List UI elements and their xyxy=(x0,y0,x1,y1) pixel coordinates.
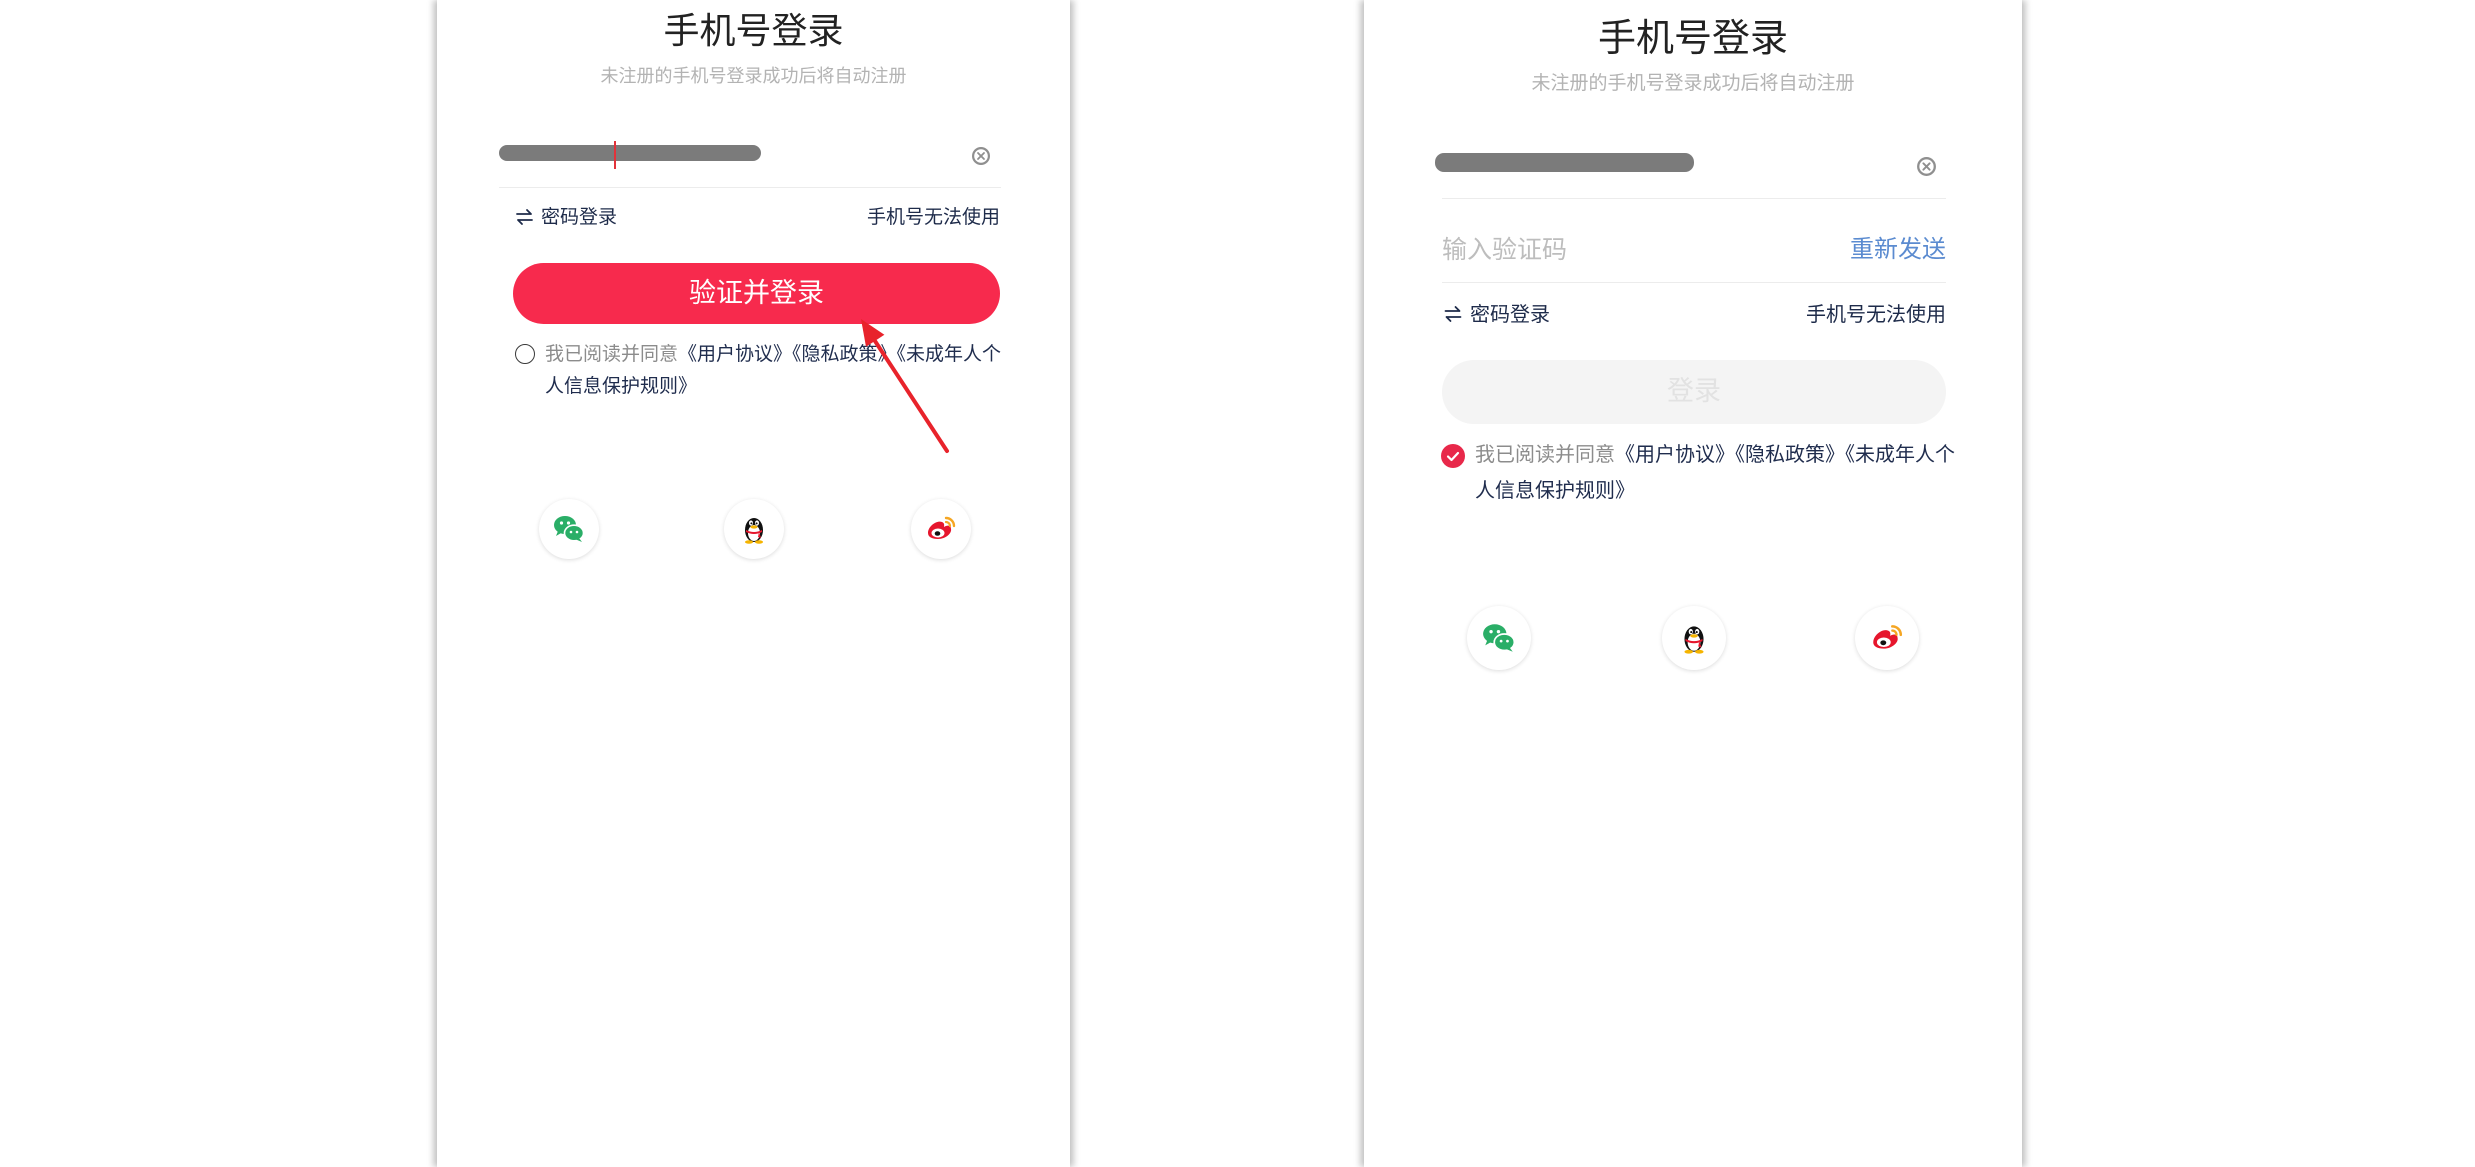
phone-unavailable-link[interactable]: 手机号无法使用 xyxy=(1806,302,1946,326)
swap-arrows-icon[interactable] xyxy=(515,208,534,226)
phone-unavailable-link[interactable]: 手机号无法使用 xyxy=(867,205,1000,229)
page-title: 手机号登录 xyxy=(663,11,844,52)
login-options-row: 密码登录 手机号无法使用 xyxy=(1364,302,2022,326)
agreement-text: 我已阅读并同意《用户协议》《隐私政策》《未成年人个人信息保护规则》 xyxy=(1475,436,1957,508)
check-icon xyxy=(1446,451,1460,462)
agreement-text: 我已阅读并同意《用户协议》《隐私政策》《未成年人个人信息保护规则》 xyxy=(545,338,1005,402)
weibo-icon xyxy=(1873,625,1903,649)
wechat-icon xyxy=(1483,624,1516,652)
agreement-checkbox-checked[interactable] xyxy=(1441,444,1465,468)
clear-circle-icon[interactable] xyxy=(1916,156,1937,177)
phone-input[interactable] xyxy=(1435,138,1946,190)
swap-arrows-icon[interactable] xyxy=(1443,305,1463,323)
resend-code-button[interactable]: 重新发送 xyxy=(1850,234,1946,264)
qq-login-button[interactable] xyxy=(1662,606,1726,670)
agreement-checkbox[interactable] xyxy=(515,344,535,364)
clear-circle-icon[interactable] xyxy=(971,146,991,166)
user-agreement-link[interactable]: 《用户协议》 xyxy=(1615,442,1735,466)
privacy-policy-link[interactable]: 《隐私政策》 xyxy=(792,343,897,365)
redacted-phone-number xyxy=(1435,153,1694,172)
wechat-icon xyxy=(554,516,585,542)
agreement-prefix: 我已阅读并同意 xyxy=(545,343,679,365)
input-divider xyxy=(1442,198,1946,199)
verification-code-input[interactable] xyxy=(1442,232,1802,266)
text-cursor xyxy=(614,141,616,169)
login-options-row: 密码登录 手机号无法使用 xyxy=(437,205,1070,229)
qq-login-button[interactable] xyxy=(724,499,784,559)
login-screen-left: 手机号登录 未注册的手机号登录成功后将自动注册 密码登录 手机号无法使用 验证并… xyxy=(437,0,1070,1167)
login-button-disabled[interactable]: 登录 xyxy=(1442,360,1946,424)
weibo-icon xyxy=(928,516,956,539)
verify-and-login-button[interactable]: 验证并登录 xyxy=(513,263,1000,324)
redacted-phone-number xyxy=(499,145,761,161)
qq-icon xyxy=(1684,626,1704,654)
privacy-policy-link[interactable]: 《隐私政策》 xyxy=(1735,442,1845,466)
qq-icon xyxy=(745,518,763,544)
password-login-link[interactable]: 密码登录 xyxy=(541,205,617,229)
login-screen-right: 手机号登录 未注册的手机号登录成功后将自动注册 重新发送 密码登录 手机号无法使… xyxy=(1364,0,2022,1167)
user-agreement-link[interactable]: 《用户协议》 xyxy=(678,343,792,365)
wechat-login-button[interactable] xyxy=(1467,606,1531,670)
weibo-login-button[interactable] xyxy=(1855,606,1919,670)
page-subtitle: 未注册的手机号登录成功后将自动注册 xyxy=(1531,72,1855,94)
input-divider xyxy=(499,187,1001,188)
code-divider xyxy=(1442,282,1946,283)
annotation-overlay xyxy=(861,319,949,453)
wechat-login-button[interactable] xyxy=(539,499,599,559)
agreement-prefix: 我已阅读并同意 xyxy=(1475,442,1615,466)
page-title: 手机号登录 xyxy=(1597,16,1788,60)
weibo-login-button[interactable] xyxy=(911,499,971,559)
page-subtitle: 未注册的手机号登录成功后将自动注册 xyxy=(600,66,907,87)
password-login-link[interactable]: 密码登录 xyxy=(1470,302,1550,326)
phone-input[interactable] xyxy=(499,130,1001,180)
